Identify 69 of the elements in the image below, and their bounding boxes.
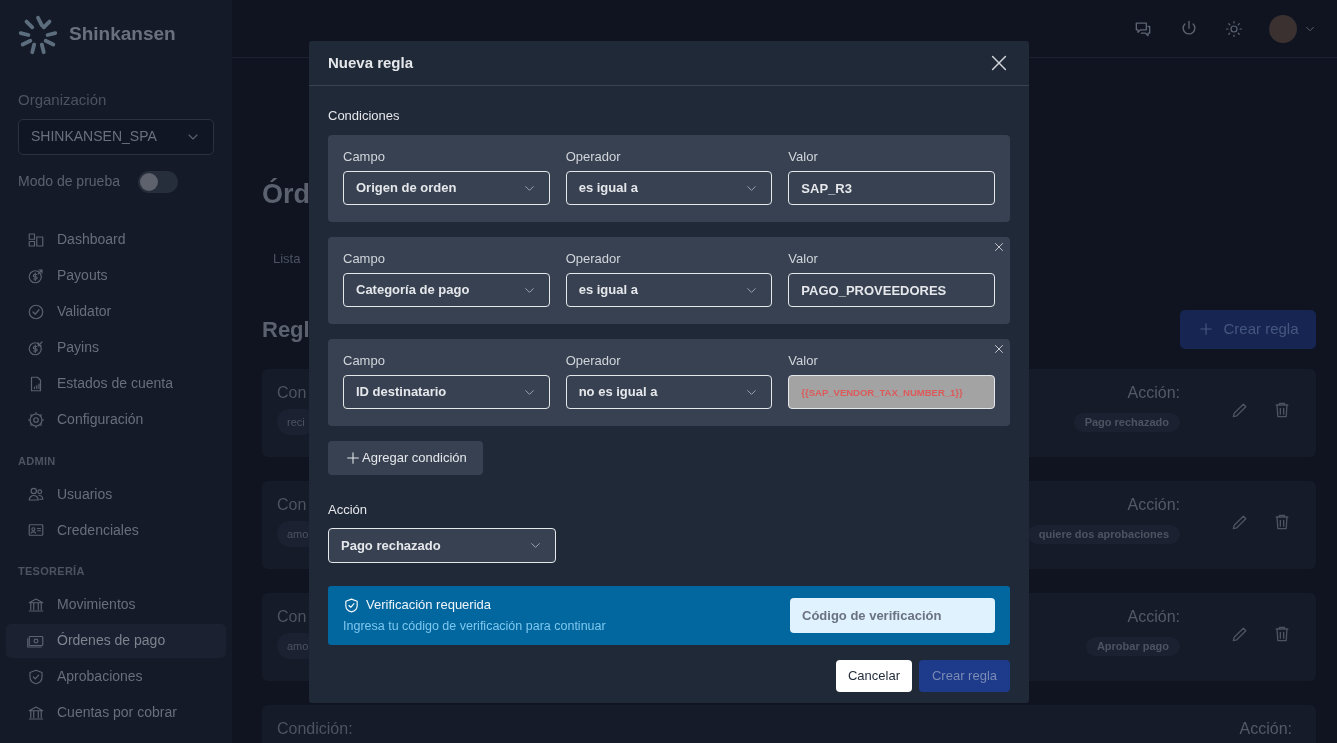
check-circle-icon bbox=[27, 302, 45, 321]
field-select[interactable]: ID destinatario bbox=[343, 375, 550, 409]
operator-select[interactable]: es igual a bbox=[565, 171, 773, 205]
nav-item[interactable]: Validator bbox=[6, 294, 226, 329]
shield-check-icon bbox=[27, 667, 45, 686]
page-title: Órd bbox=[262, 178, 308, 210]
field-label: Campo bbox=[343, 351, 386, 370]
remove-condition-button[interactable] bbox=[993, 342, 1005, 355]
gear-icon bbox=[27, 410, 45, 429]
cancel-button[interactable]: Cancelar bbox=[835, 660, 912, 692]
action-label: Acción bbox=[328, 500, 369, 519]
nav-item[interactable]: Payins bbox=[6, 330, 226, 365]
value-field[interactable]: PAGO_PROVEEDORES bbox=[788, 273, 995, 307]
nav-item[interactable]: Movimientos bbox=[6, 587, 226, 622]
field-label: Campo bbox=[343, 249, 386, 268]
brand-name: Shinkansen bbox=[69, 22, 176, 47]
users-icon bbox=[27, 485, 45, 503]
modal-title: Nueva regla bbox=[328, 52, 414, 73]
organization-label: Organización bbox=[18, 90, 108, 110]
condition-label: Con bbox=[277, 606, 307, 627]
condition-label: Condición: bbox=[277, 718, 353, 739]
operator-label: Operador bbox=[565, 351, 622, 370]
remove-condition-button[interactable] bbox=[993, 240, 1005, 253]
plus-icon bbox=[345, 449, 361, 466]
conditions-label: Condiciones bbox=[328, 107, 401, 125]
value-label: Valor bbox=[788, 351, 819, 370]
id-card-icon bbox=[27, 521, 45, 539]
operator-select[interactable]: es igual a bbox=[565, 273, 773, 307]
action-label: Acción: bbox=[1127, 494, 1180, 515]
nav-item[interactable]: Cuentas por cobrar bbox=[6, 695, 226, 730]
condition-label: Con bbox=[277, 382, 307, 403]
operator-label: Operador bbox=[565, 147, 622, 166]
nav-item[interactable]: Usuarios bbox=[6, 477, 226, 511]
value-label: Valor bbox=[788, 147, 819, 166]
action-label: Acción: bbox=[1127, 382, 1180, 403]
nav-item[interactable]: Estados de cuenta bbox=[6, 366, 226, 401]
action-label: Acción: bbox=[1239, 718, 1292, 739]
section-heading: TESORERÍA bbox=[18, 564, 86, 579]
nav-item[interactable]: Payouts bbox=[6, 258, 226, 293]
section-heading: ADMIN bbox=[18, 453, 57, 469]
field-select[interactable]: Categoría de pago bbox=[343, 273, 550, 307]
field-select[interactable]: Origen de orden bbox=[343, 171, 550, 205]
test-mode-label: Modo de prueba bbox=[18, 172, 120, 191]
shield-check-icon bbox=[343, 596, 360, 614]
value-label: Valor bbox=[788, 249, 819, 268]
dashboard-icon bbox=[27, 230, 45, 249]
nav-item[interactable]: Órdenes de pago bbox=[6, 623, 226, 658]
field-label: Campo bbox=[343, 147, 386, 166]
verification-code-field[interactable]: Código de verificación bbox=[790, 598, 995, 633]
close-icon bbox=[993, 342, 1005, 355]
action-label: Acción: bbox=[1127, 606, 1180, 627]
tab[interactable]: Lista bbox=[273, 249, 313, 269]
condition-label: Con bbox=[277, 494, 307, 515]
nav-item[interactable]: Aprobaciones bbox=[6, 659, 226, 694]
section-title: Regl bbox=[262, 315, 308, 344]
add-condition-button[interactable]: Agregar condición bbox=[328, 440, 483, 475]
test-mode-toggle[interactable] bbox=[137, 170, 178, 193]
verification-subtitle: Ingresa tu código de verificación para continuar bbox=[343, 617, 606, 635]
nav-item[interactable]: Dashboard bbox=[6, 222, 226, 257]
operator-select[interactable]: no es igual a bbox=[565, 375, 773, 409]
organization-select[interactable]: SHINKANSEN_SPA bbox=[18, 118, 214, 155]
value-field[interactable]: SAP_R3 bbox=[788, 171, 995, 205]
verification-title: Verificación requerida bbox=[366, 596, 492, 615]
nav-item[interactable]: Configuración bbox=[6, 402, 226, 437]
sun-icon bbox=[1225, 19, 1243, 38]
nav-item[interactable]: Credenciales bbox=[6, 513, 226, 547]
close-icon bbox=[993, 240, 1005, 253]
action-select[interactable]: Pago rechazado bbox=[328, 528, 556, 563]
operator-label: Operador bbox=[565, 249, 622, 268]
